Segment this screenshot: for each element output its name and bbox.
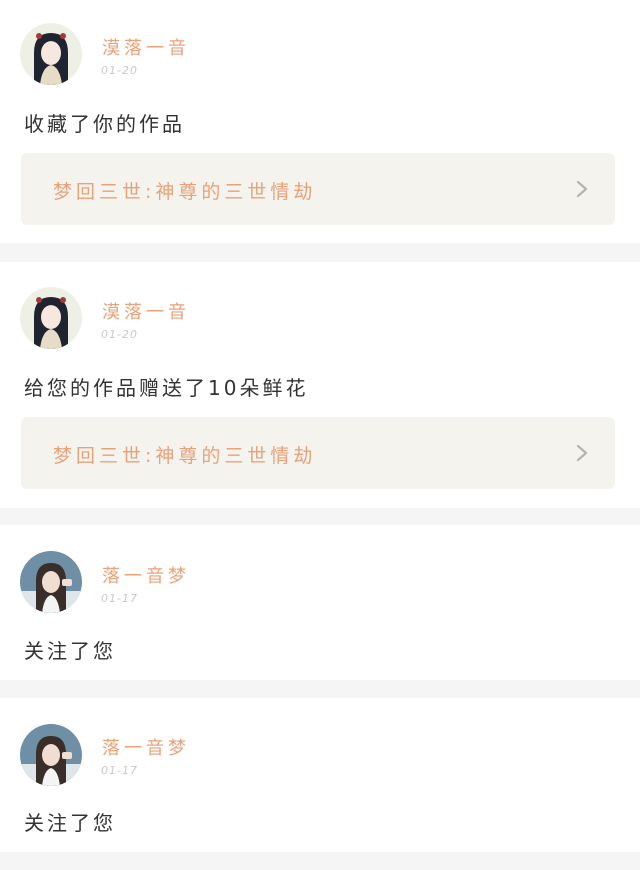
- chevron-right-icon: [576, 180, 588, 198]
- anime-girl-avatar[interactable]: [20, 23, 82, 85]
- notification-message: 给您的作品赠送了10朵鲜花: [24, 376, 309, 400]
- notification-card: 落一音梦 01-17 关注了您: [0, 698, 640, 852]
- timestamp: 01-20: [101, 328, 138, 341]
- work-link[interactable]: 梦回三世:神尊的三世情劫: [21, 417, 615, 489]
- notification-message: 收藏了你的作品: [24, 112, 185, 136]
- photo-girl-avatar[interactable]: [20, 551, 82, 613]
- notification-message: 关注了您: [24, 811, 116, 835]
- timestamp: 01-17: [101, 764, 138, 777]
- notification-message: 关注了您: [24, 639, 116, 663]
- work-link[interactable]: 梦回三世:神尊的三世情劫: [21, 153, 615, 225]
- chevron-right-icon: [576, 444, 588, 462]
- work-title: 梦回三世:神尊的三世情劫: [53, 181, 317, 203]
- notification-card: 落一音梦 01-17 关注了您: [0, 525, 640, 680]
- timestamp: 01-20: [101, 64, 138, 77]
- anime-girl-avatar[interactable]: [20, 287, 82, 349]
- photo-girl-avatar[interactable]: [20, 724, 82, 786]
- notification-card: 漠落一音 01-20 收藏了你的作品 梦回三世:神尊的三世情劫: [0, 0, 640, 243]
- work-title: 梦回三世:神尊的三世情劫: [53, 445, 317, 467]
- notification-card: 漠落一音 01-20 给您的作品赠送了10朵鲜花 梦回三世:神尊的三世情劫: [0, 262, 640, 508]
- notification-feed: 漠落一音 01-20 收藏了你的作品 梦回三世:神尊的三世情劫 漠落一音 01-…: [0, 0, 640, 870]
- timestamp: 01-17: [101, 592, 138, 605]
- username[interactable]: 落一音梦: [102, 734, 190, 760]
- username[interactable]: 漠落一音: [102, 298, 190, 324]
- username[interactable]: 漠落一音: [102, 34, 190, 60]
- username[interactable]: 落一音梦: [102, 562, 190, 588]
